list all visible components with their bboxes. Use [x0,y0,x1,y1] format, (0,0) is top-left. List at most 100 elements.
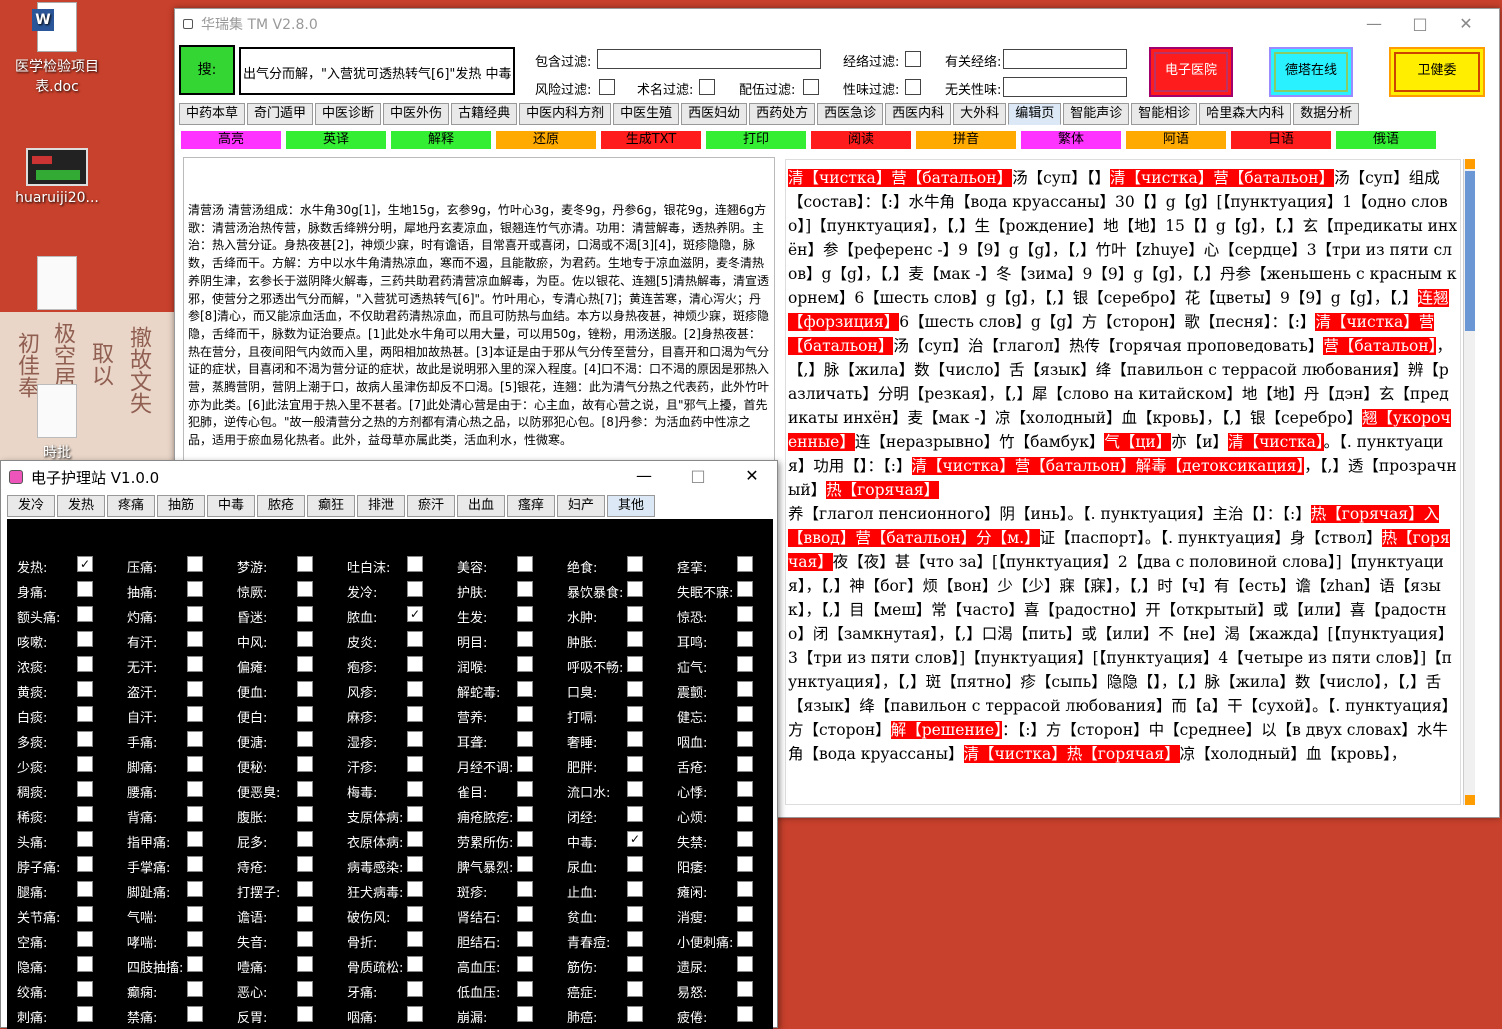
symptom-checkbox[interactable] [187,806,203,822]
symptom-tab-5[interactable]: 脓疮 [257,495,305,517]
symptom-checkbox[interactable] [77,906,93,922]
symptom-tab-12[interactable]: 其他 [607,495,655,517]
symptom-checkbox[interactable] [737,806,753,822]
action-button-10[interactable]: 日语 [1231,131,1331,149]
symptom-checkbox[interactable] [297,756,313,772]
action-button-7[interactable]: 拼音 [916,131,1016,149]
pair-filter-checkbox[interactable] [803,79,819,95]
symptom-checkbox[interactable] [187,706,203,722]
symptom-checkbox[interactable] [627,906,643,922]
symptom-checkbox[interactable] [407,806,423,822]
symptom-checkbox[interactable] [407,681,423,697]
scroll-down-arrow-icon[interactable] [1465,795,1475,805]
symptom-checkbox[interactable] [187,631,203,647]
symptom-checkbox[interactable] [517,556,533,572]
tab-11[interactable]: 大外科 [953,103,1007,125]
symptom-tab-3[interactable]: 抽筋 [157,495,205,517]
minimize-icon[interactable]: — [1351,9,1397,39]
tab-4[interactable]: 古籍经典 [451,103,518,125]
tab-7[interactable]: 西医妇幼 [681,103,748,125]
symptom-checkbox[interactable] [187,781,203,797]
symptom-checkbox[interactable] [77,856,93,872]
symptom-checkbox[interactable] [737,756,753,772]
symptom-tab-6[interactable]: 癫狂 [307,495,355,517]
include-filter-input[interactable] [597,49,821,69]
symptom-tab-4[interactable]: 中毒 [207,495,255,517]
symptom-checkbox[interactable] [187,931,203,947]
symptom-checkbox[interactable] [517,681,533,697]
symptom-checkbox[interactable] [627,756,643,772]
deta-online-button[interactable]: 德塔在线 [1269,47,1353,97]
symptom-checkbox[interactable] [627,556,643,572]
symptom-checkbox[interactable] [407,856,423,872]
symptom-tab-9[interactable]: 出血 [457,495,505,517]
action-button-5[interactable]: 打印 [706,131,806,149]
e-hospital-button[interactable]: 电子医院 [1149,47,1233,97]
action-button-2[interactable]: 解释 [391,131,491,149]
symptom-checkbox[interactable] [77,781,93,797]
tab-12[interactable]: 编辑页 [1008,103,1062,125]
tab-14[interactable]: 智能相诊 [1131,103,1198,125]
health-commission-button[interactable]: 卫健委 [1389,47,1485,97]
symptom-checkbox[interactable] [737,631,753,647]
symptom-checkbox[interactable] [517,831,533,847]
symptom-checkbox[interactable] [77,631,93,647]
symptom-checkbox[interactable] [407,781,423,797]
symptom-checkbox[interactable] [407,831,423,847]
minimize-icon[interactable]: — [617,461,671,491]
desktop-icon-doc[interactable]: W 医学检验项目表.doc [12,2,102,96]
symptom-checkbox[interactable] [517,931,533,947]
symptom-checkbox[interactable] [627,681,643,697]
nature-filter-checkbox[interactable] [905,79,921,95]
action-button-9[interactable]: 阿语 [1126,131,1226,149]
symptom-checkbox[interactable] [77,806,93,822]
maximize-icon[interactable]: □ [671,461,725,491]
close-icon[interactable]: ✕ [1443,9,1489,39]
action-button-3[interactable]: 还原 [496,131,596,149]
symptom-checkbox[interactable] [77,681,93,697]
symptom-checkbox[interactable] [77,581,93,597]
symptom-checkbox[interactable] [77,756,93,772]
tab-1[interactable]: 奇门遁甲 [247,103,314,125]
symptom-checkbox[interactable] [187,856,203,872]
symptom-checkbox[interactable] [627,731,643,747]
symptom-checkbox[interactable]: ✓ [407,606,423,622]
symptom-checkbox[interactable] [187,731,203,747]
symptom-checkbox[interactable] [737,706,753,722]
tab-5[interactable]: 中医内科方剂 [519,103,612,125]
symptom-tab-7[interactable]: 排泄 [357,495,405,517]
symptom-checkbox[interactable] [627,781,643,797]
symptom-checkbox[interactable] [517,731,533,747]
symptom-checkbox[interactable] [297,981,313,997]
symptom-checkbox[interactable] [407,956,423,972]
tab-10[interactable]: 西医内科 [885,103,952,125]
symptom-checkbox[interactable]: ✓ [77,556,93,572]
symptom-checkbox[interactable] [297,631,313,647]
symptom-checkbox[interactable] [77,956,93,972]
source-text-area[interactable]: 清营汤 清营汤组成：水牛角30g[1]，生地15g，玄参9g，竹叶心3g，麦冬9… [183,157,775,467]
tab-8[interactable]: 西药处方 [749,103,816,125]
tab-6[interactable]: 中医生殖 [613,103,680,125]
symptom-checkbox[interactable] [77,656,93,672]
symptom-checkbox[interactable] [737,856,753,872]
term-filter-checkbox[interactable] [699,79,715,95]
symptom-checkbox[interactable] [187,906,203,922]
symptom-checkbox[interactable] [627,581,643,597]
symptom-checkbox[interactable] [407,556,423,572]
symptom-checkbox[interactable] [517,581,533,597]
symptom-checkbox[interactable] [407,731,423,747]
symptom-checkbox[interactable] [517,881,533,897]
symptom-checkbox[interactable] [627,956,643,972]
symptom-checkbox[interactable] [627,606,643,622]
symptom-checkbox[interactable] [737,731,753,747]
search-input[interactable]: 出气分而解，"入营犹可透热转气[6]"发热 中毒 脓血 [239,47,515,95]
symptom-checkbox[interactable] [407,656,423,672]
tab-15[interactable]: 哈里森大内科 [1199,103,1292,125]
symptom-checkbox[interactable] [297,781,313,797]
symptom-checkbox[interactable] [297,731,313,747]
tab-0[interactable]: 中药本草 [179,103,246,125]
symptom-checkbox[interactable] [627,931,643,947]
symptom-checkbox[interactable] [187,556,203,572]
symptom-checkbox[interactable] [627,806,643,822]
symptom-checkbox[interactable] [737,881,753,897]
